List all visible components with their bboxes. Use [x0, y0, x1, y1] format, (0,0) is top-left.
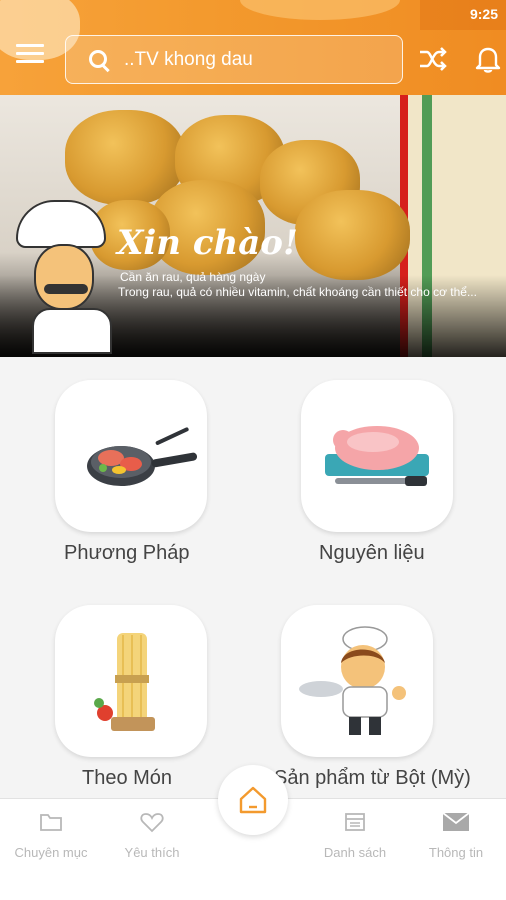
- category-label: Theo Món: [82, 767, 173, 789]
- category-label: Sản phẩm từ Bột (Mỳ): [274, 767, 471, 789]
- nav-item-yeu-thich[interactable]: Yêu thích: [102, 809, 202, 860]
- category-label: Phương Pháp: [64, 542, 190, 564]
- list-icon: [305, 809, 405, 835]
- home-icon: [239, 786, 267, 814]
- nav-item-label: Thông tin: [428, 845, 484, 860]
- category-card[interactable]: [55, 605, 207, 757]
- heart-icon: [102, 809, 202, 835]
- top-app-bar: 9:25 ..TV khong dau: [0, 0, 506, 95]
- category-card[interactable]: [301, 380, 453, 532]
- nav-item-label: Chuyên mục: [14, 845, 88, 860]
- search-bar[interactable]: ..TV khong dau: [65, 35, 403, 84]
- chef-icon: [299, 626, 406, 735]
- menu-icon[interactable]: [16, 44, 44, 68]
- status-time: 9:25: [469, 6, 498, 22]
- nav-item-danh-sach[interactable]: Danh sách: [305, 809, 405, 860]
- banner-line-2: Trong rau, quả có nhiều vitamin, chất kh…: [118, 285, 477, 299]
- bell-icon[interactable]: [474, 44, 502, 74]
- banner-greeting: Xin chào!: [117, 223, 298, 263]
- category-label: Nguyên liệu: [319, 542, 425, 564]
- raw-meat-icon: [325, 426, 429, 486]
- nav-item-label: Danh sách: [323, 845, 387, 860]
- nav-item-thong-tin[interactable]: Thông tin: [406, 809, 506, 860]
- nav-item-label: Yêu thích: [124, 845, 180, 860]
- pasta-icon: [94, 633, 155, 731]
- frying-pan-icon: [87, 427, 198, 486]
- search-icon: [88, 49, 110, 71]
- mail-icon: [406, 809, 506, 835]
- shuffle-icon[interactable]: [418, 46, 448, 74]
- nav-item-chuyen-muc[interactable]: Chuyên mục: [1, 809, 101, 860]
- chef-mascot-icon: [10, 200, 120, 355]
- category-card[interactable]: [55, 380, 207, 532]
- folder-icon: [1, 809, 101, 835]
- home-button[interactable]: [218, 765, 288, 835]
- search-input[interactable]: ..TV khong dau: [124, 49, 253, 71]
- banner-line-1: Cần ăn rau, quả hàng ngày: [120, 270, 266, 284]
- category-card[interactable]: [281, 605, 433, 757]
